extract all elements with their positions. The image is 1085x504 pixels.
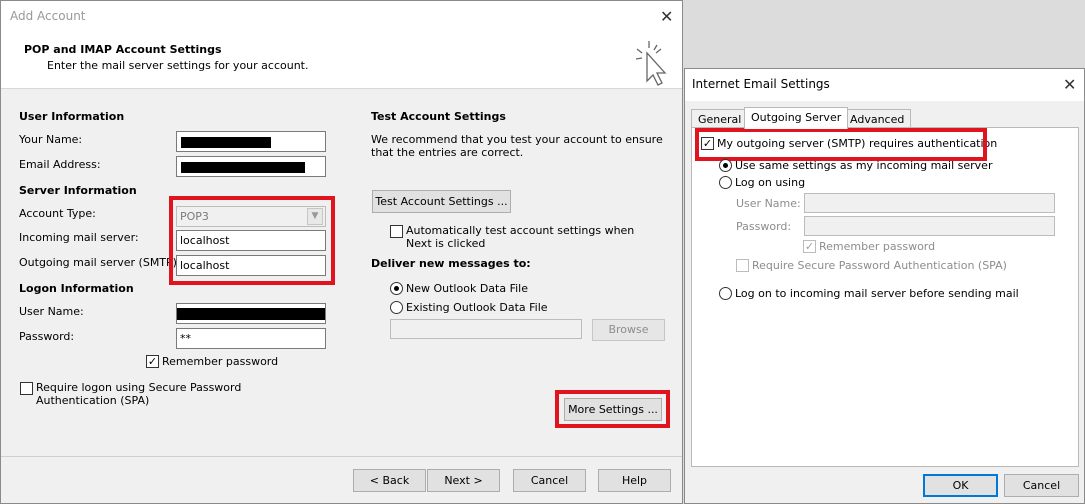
test-settings-heading: Test Account Settings <box>371 110 506 123</box>
password-input[interactable]: ** <box>176 328 326 349</box>
redacted-name <box>181 137 271 148</box>
incoming-server-label: Incoming mail server: <box>19 231 139 244</box>
ies-spa-checkbox[interactable] <box>736 259 749 272</box>
ies-titlebar: Internet Email Settings ✕ <box>685 69 1084 101</box>
ies-remember-password-checkbox[interactable]: ✓ <box>803 240 816 253</box>
add-account-titlebar: Add Account ✕ <box>1 1 682 33</box>
auto-test-label: Automatically test account settings when… <box>406 224 635 250</box>
tab-outgoing-server[interactable]: Outgoing Server <box>744 107 849 129</box>
email-address-label: Email Address: <box>19 158 101 171</box>
cursor-click-icon <box>635 41 667 86</box>
email-address-input[interactable] <box>176 156 326 177</box>
dialog-title: Add Account <box>10 9 86 23</box>
ies-user-name-input[interactable] <box>804 193 1055 213</box>
outgoing-server-label: Outgoing mail server (SMTP): <box>19 256 181 269</box>
same-settings-label: Use same settings as my incoming mail se… <box>735 159 993 172</box>
tab-advanced[interactable]: Advanced <box>843 109 912 129</box>
deliver-messages-label: Deliver new messages to: <box>371 257 531 270</box>
browse-button[interactable]: Browse <box>592 319 665 341</box>
remember-password-checkbox[interactable]: ✓ <box>146 355 159 368</box>
new-data-file-label: New Outlook Data File <box>406 282 528 295</box>
add-account-dialog: Add Account ✕ POP and IMAP Account Setti… <box>0 0 683 504</box>
password-label: Password: <box>19 330 75 343</box>
remember-password-label: Remember password <box>162 355 279 368</box>
log-on-using-radio[interactable] <box>719 176 732 189</box>
your-name-input[interactable] <box>176 131 326 152</box>
page-title: POP and IMAP Account Settings <box>24 43 222 56</box>
existing-data-file-radio[interactable] <box>390 301 403 314</box>
spa-checkbox[interactable] <box>20 382 33 395</box>
your-name-label: Your Name: <box>19 133 83 146</box>
footer-divider <box>1 456 682 457</box>
test-settings-description: We recommend that you test your account … <box>371 133 663 159</box>
log-on-incoming-label: Log on to incoming mail server before se… <box>735 287 1019 300</box>
redacted-user-name <box>177 308 325 320</box>
next-button[interactable]: Next > <box>427 469 500 492</box>
tab-general[interactable]: General <box>691 109 749 129</box>
internet-email-settings-dialog: Internet Email Settings ✕ General Outgoi… <box>684 68 1085 504</box>
page-subtitle: Enter the mail server settings for your … <box>47 59 309 72</box>
ies-password-label: Password: <box>736 220 792 233</box>
new-data-file-radio[interactable] <box>390 282 403 295</box>
ies-cancel-button[interactable]: Cancel <box>1004 474 1079 497</box>
close-icon[interactable]: ✕ <box>1063 77 1076 93</box>
auto-test-checkbox[interactable] <box>390 225 403 238</box>
account-type-label: Account Type: <box>19 207 96 220</box>
ies-user-name-label: User Name: <box>736 197 801 210</box>
test-account-settings-button[interactable]: Test Account Settings ... <box>372 190 511 213</box>
help-button[interactable]: Help <box>598 469 671 492</box>
cancel-button[interactable]: Cancel <box>513 469 586 492</box>
ies-remember-password-label: Remember password <box>819 240 936 253</box>
user-name-input[interactable] <box>176 303 326 324</box>
ies-spa-label: Require Secure Password Authentication (… <box>752 259 1007 272</box>
highlight-server-fields <box>169 196 335 285</box>
redacted-email <box>181 162 305 173</box>
existing-data-file-input[interactable] <box>390 319 582 339</box>
user-info-heading: User Information <box>19 110 125 123</box>
ies-dialog-title: Internet Email Settings <box>692 77 830 91</box>
ies-password-input[interactable] <box>804 216 1055 236</box>
log-on-incoming-radio[interactable] <box>719 287 732 300</box>
logon-info-heading: Logon Information <box>19 282 134 295</box>
highlight-requires-auth <box>695 128 987 161</box>
spa-label: Require logon using Secure Password Auth… <box>36 381 242 407</box>
ok-button[interactable]: OK <box>923 474 998 497</box>
highlight-more-settings <box>555 390 670 428</box>
back-button[interactable]: < Back <box>353 469 426 492</box>
server-info-heading: Server Information <box>19 184 137 197</box>
log-on-using-label: Log on using <box>735 176 806 189</box>
close-icon[interactable]: ✕ <box>660 9 673 25</box>
existing-data-file-label: Existing Outlook Data File <box>406 301 548 314</box>
same-settings-radio[interactable] <box>719 159 732 172</box>
user-name-label: User Name: <box>19 305 84 318</box>
